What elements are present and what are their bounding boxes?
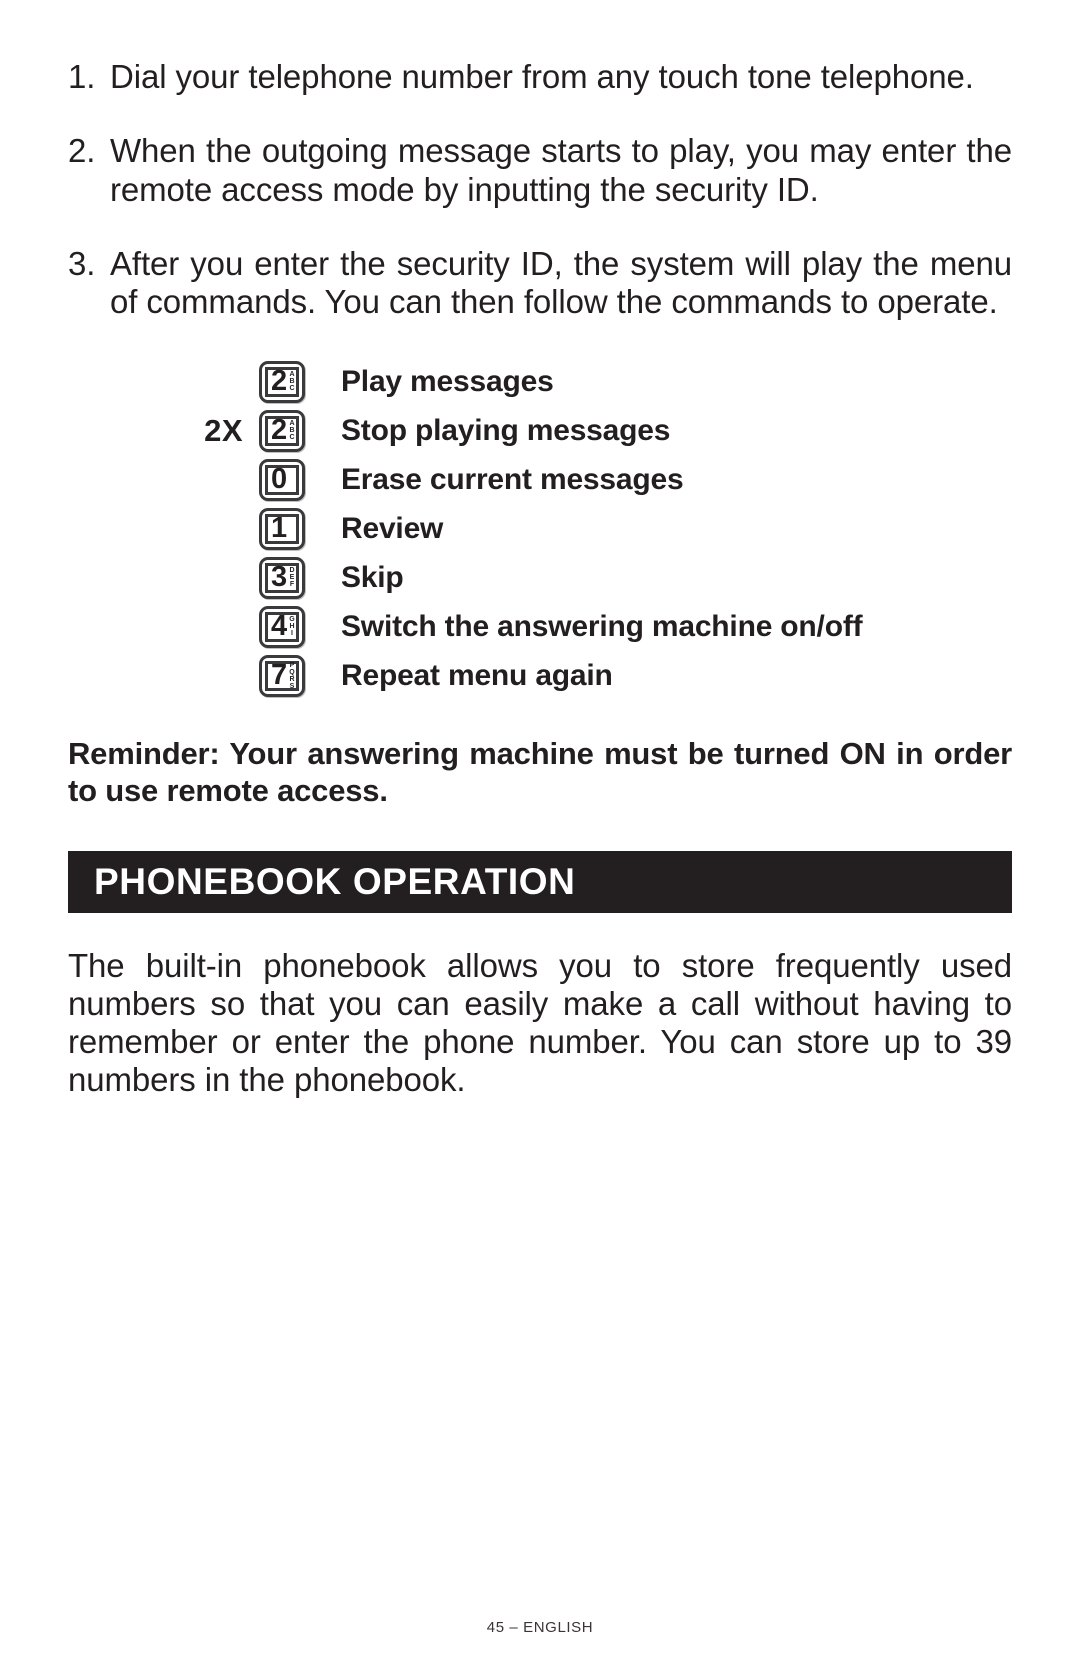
key-digit: 3	[271, 561, 288, 594]
list-item: 2 ABC Play messages	[68, 357, 1012, 406]
list-item: 1 Review	[68, 504, 1012, 553]
keypad-key-icon: 4 GHI	[251, 605, 313, 648]
key-letters: ABC	[288, 371, 296, 393]
key-digit: 2	[271, 365, 288, 398]
step-number: 3.	[68, 244, 96, 282]
key-digit: 1	[271, 512, 288, 545]
step-number: 2.	[68, 132, 96, 170]
remote-command-list: 2 ABC Play messages 2X 2 ABC Stop playin…	[68, 357, 1012, 700]
manual-page: 1. Dial your telephone number from any t…	[0, 0, 1080, 1669]
keypad-key-icon: 3 DEF	[251, 556, 313, 599]
keypad-key-icon: 1	[251, 507, 313, 550]
key-digit: 4	[271, 610, 288, 643]
command-label: Stop playing messages	[341, 413, 671, 447]
section-banner: PHONEBOOK OPERATION	[68, 851, 1012, 914]
key-digit: 0	[271, 463, 288, 496]
keypad-key-icon: 0	[251, 458, 313, 501]
page-title: PHONEBOOK OPERATION	[94, 861, 576, 903]
command-label: Repeat menu again	[341, 658, 613, 692]
keypad-key-icon: 7 PQRS	[251, 654, 313, 697]
keypad-key-icon: 2 ABC	[251, 360, 313, 403]
key-letters: ABC	[288, 420, 296, 442]
list-item: 2. When the outgoing message starts to p…	[68, 132, 1012, 209]
step-text: Dial your telephone number from any touc…	[110, 58, 974, 95]
numbered-steps-list: 1. Dial your telephone number from any t…	[68, 0, 1012, 321]
step-text: When the outgoing message starts to play…	[110, 132, 1012, 208]
key-digit: 7	[271, 659, 288, 692]
command-prefix: 2X	[204, 412, 243, 448]
key-digit: 2	[271, 414, 288, 447]
list-item: 0 Erase current messages	[68, 455, 1012, 504]
key-letters: DEF	[288, 567, 296, 589]
step-number: 1.	[68, 58, 96, 95]
list-item: 3 DEF Skip	[68, 553, 1012, 602]
page-footer: 45 – ENGLISH	[486, 1619, 594, 1636]
section-body-paragraph: The built-in phonebook allows you to sto…	[68, 947, 1012, 1099]
key-letters: PQRS	[288, 661, 296, 690]
key-letters: GHI	[288, 616, 296, 638]
list-item: 3. After you enter the security ID, the …	[68, 245, 1012, 322]
keypad-key-icon: 2 ABC	[251, 409, 313, 452]
command-label: Review	[341, 511, 444, 545]
reminder-note: Reminder: Your answering machine must be…	[68, 736, 1012, 808]
step-text: After you enter the security ID, the sys…	[110, 244, 1012, 321]
command-label: Skip	[341, 560, 404, 594]
command-label: Erase current messages	[341, 462, 684, 496]
list-item: 2X 2 ABC Stop playing messages	[68, 406, 1012, 455]
command-label: Play messages	[341, 364, 554, 398]
command-label: Switch the answering machine on/off	[341, 609, 863, 643]
list-item: 7 PQRS Repeat menu again	[68, 651, 1012, 700]
list-item: 1. Dial your telephone number from any t…	[68, 58, 1012, 96]
list-item: 4 GHI Switch the answering machine on/of…	[68, 602, 1012, 651]
